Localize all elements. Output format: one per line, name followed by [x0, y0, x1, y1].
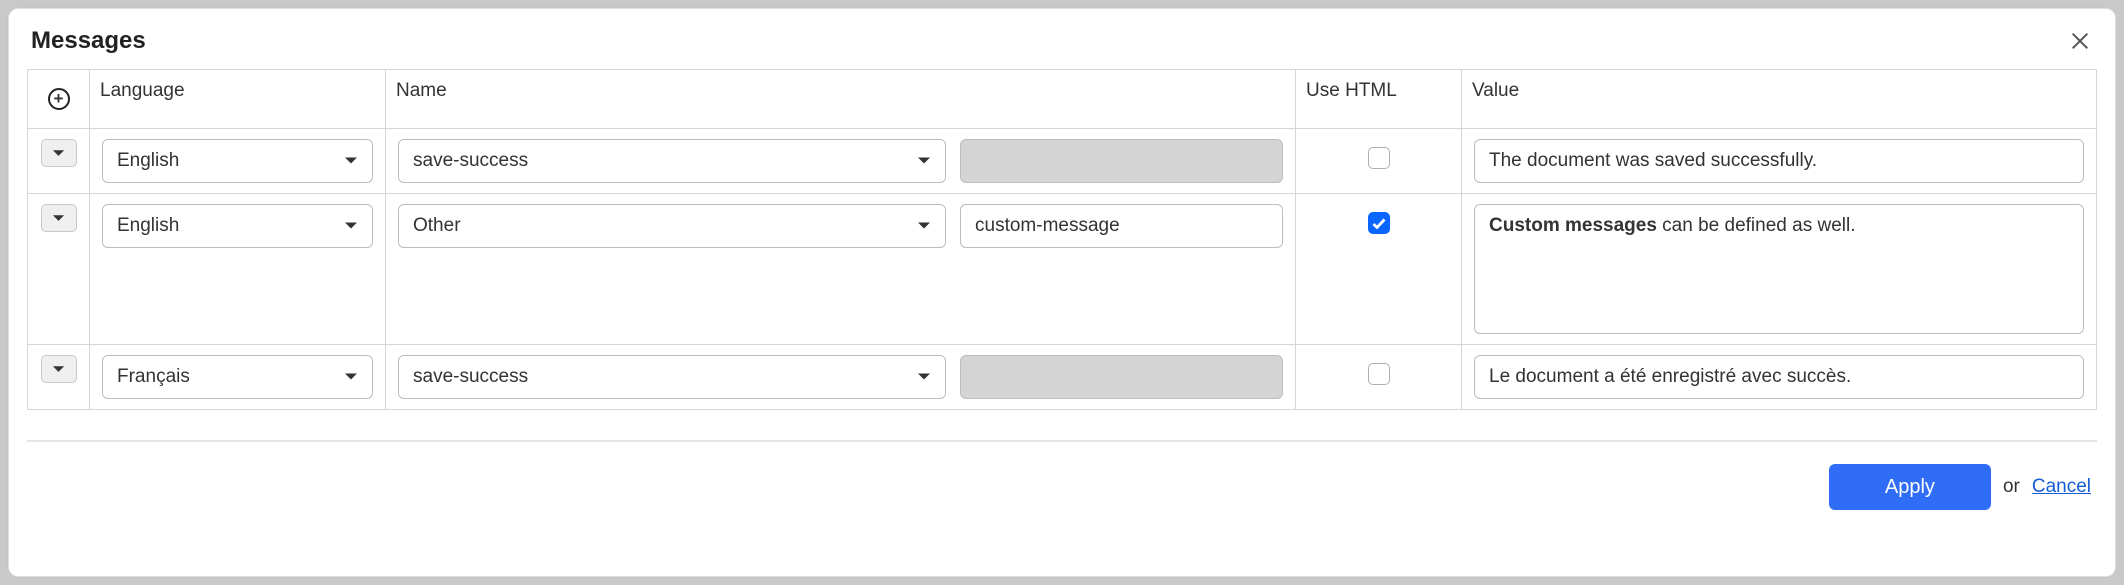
chevron-down-icon: [344, 156, 358, 166]
chevron-down-icon: [917, 156, 931, 166]
col-header-name: Name: [386, 70, 1296, 129]
name-preset-select[interactable]: Other: [398, 204, 946, 248]
language-select[interactable]: English: [102, 204, 373, 248]
row-toggle-button[interactable]: [41, 139, 77, 167]
table-header-row: Language Name Use HTML Value: [28, 70, 2097, 129]
apply-button[interactable]: Apply: [1829, 464, 1991, 510]
messages-table: Language Name Use HTML Value English: [27, 69, 2097, 410]
table-row: English save-success The docum: [28, 129, 2097, 194]
col-header-value: Value: [1462, 70, 2097, 129]
language-select-value: Français: [117, 366, 190, 388]
use-html-checkbox[interactable]: [1368, 363, 1390, 385]
messages-dialog: Messages Language Name Use HTML Value: [8, 8, 2116, 577]
chevron-down-icon: [344, 372, 358, 382]
name-preset-value: Other: [413, 215, 461, 237]
language-select[interactable]: Français: [102, 355, 373, 399]
chevron-down-icon: [52, 365, 65, 374]
close-icon: [2069, 30, 2091, 52]
or-text: or: [2003, 476, 2020, 498]
row-toggle-button[interactable]: [41, 355, 77, 383]
name-preset-select[interactable]: save-success: [398, 139, 946, 183]
col-header-use-html: Use HTML: [1296, 70, 1462, 129]
custom-name-value: custom-message: [975, 215, 1120, 237]
custom-name-input-disabled: [960, 355, 1283, 399]
add-row-button[interactable]: [38, 80, 79, 118]
name-preset-value: save-success: [413, 366, 528, 388]
dialog-title: Messages: [31, 27, 146, 55]
close-button[interactable]: [2067, 28, 2093, 54]
use-html-checkbox[interactable]: [1368, 212, 1390, 234]
language-select-value: English: [117, 150, 179, 172]
value-text: Le document a été enregistré avec succès…: [1489, 366, 1851, 388]
language-select[interactable]: English: [102, 139, 373, 183]
plus-circle-icon: [48, 88, 70, 110]
language-select-value: English: [117, 215, 179, 237]
chevron-down-icon: [917, 372, 931, 382]
chevron-down-icon: [917, 221, 931, 231]
chevron-down-icon: [344, 221, 358, 231]
dialog-footer: Apply or Cancel: [27, 464, 2097, 510]
dialog-header: Messages: [27, 21, 2097, 69]
cancel-link[interactable]: Cancel: [2032, 476, 2091, 498]
chevron-down-icon: [52, 214, 65, 223]
chevron-down-icon: [52, 149, 65, 158]
table-row: English Other custom-message: [28, 194, 2097, 345]
table-row: Français save-success Le docum: [28, 345, 2097, 410]
name-preset-select[interactable]: save-success: [398, 355, 946, 399]
custom-name-input-disabled: [960, 139, 1283, 183]
value-html-input[interactable]: Custom messages can be defined as well.: [1474, 204, 2084, 334]
value-input[interactable]: The document was saved successfully.: [1474, 139, 2084, 183]
row-toggle-button[interactable]: [41, 204, 77, 232]
col-header-language: Language: [90, 70, 386, 129]
add-row-header: [28, 70, 90, 129]
value-input[interactable]: Le document a été enregistré avec succès…: [1474, 355, 2084, 399]
check-icon: [1372, 218, 1386, 229]
name-preset-value: save-success: [413, 150, 528, 172]
value-text: The document was saved successfully.: [1489, 150, 1817, 172]
custom-name-input[interactable]: custom-message: [960, 204, 1283, 248]
footer-separator: [27, 440, 2097, 442]
use-html-checkbox[interactable]: [1368, 147, 1390, 169]
